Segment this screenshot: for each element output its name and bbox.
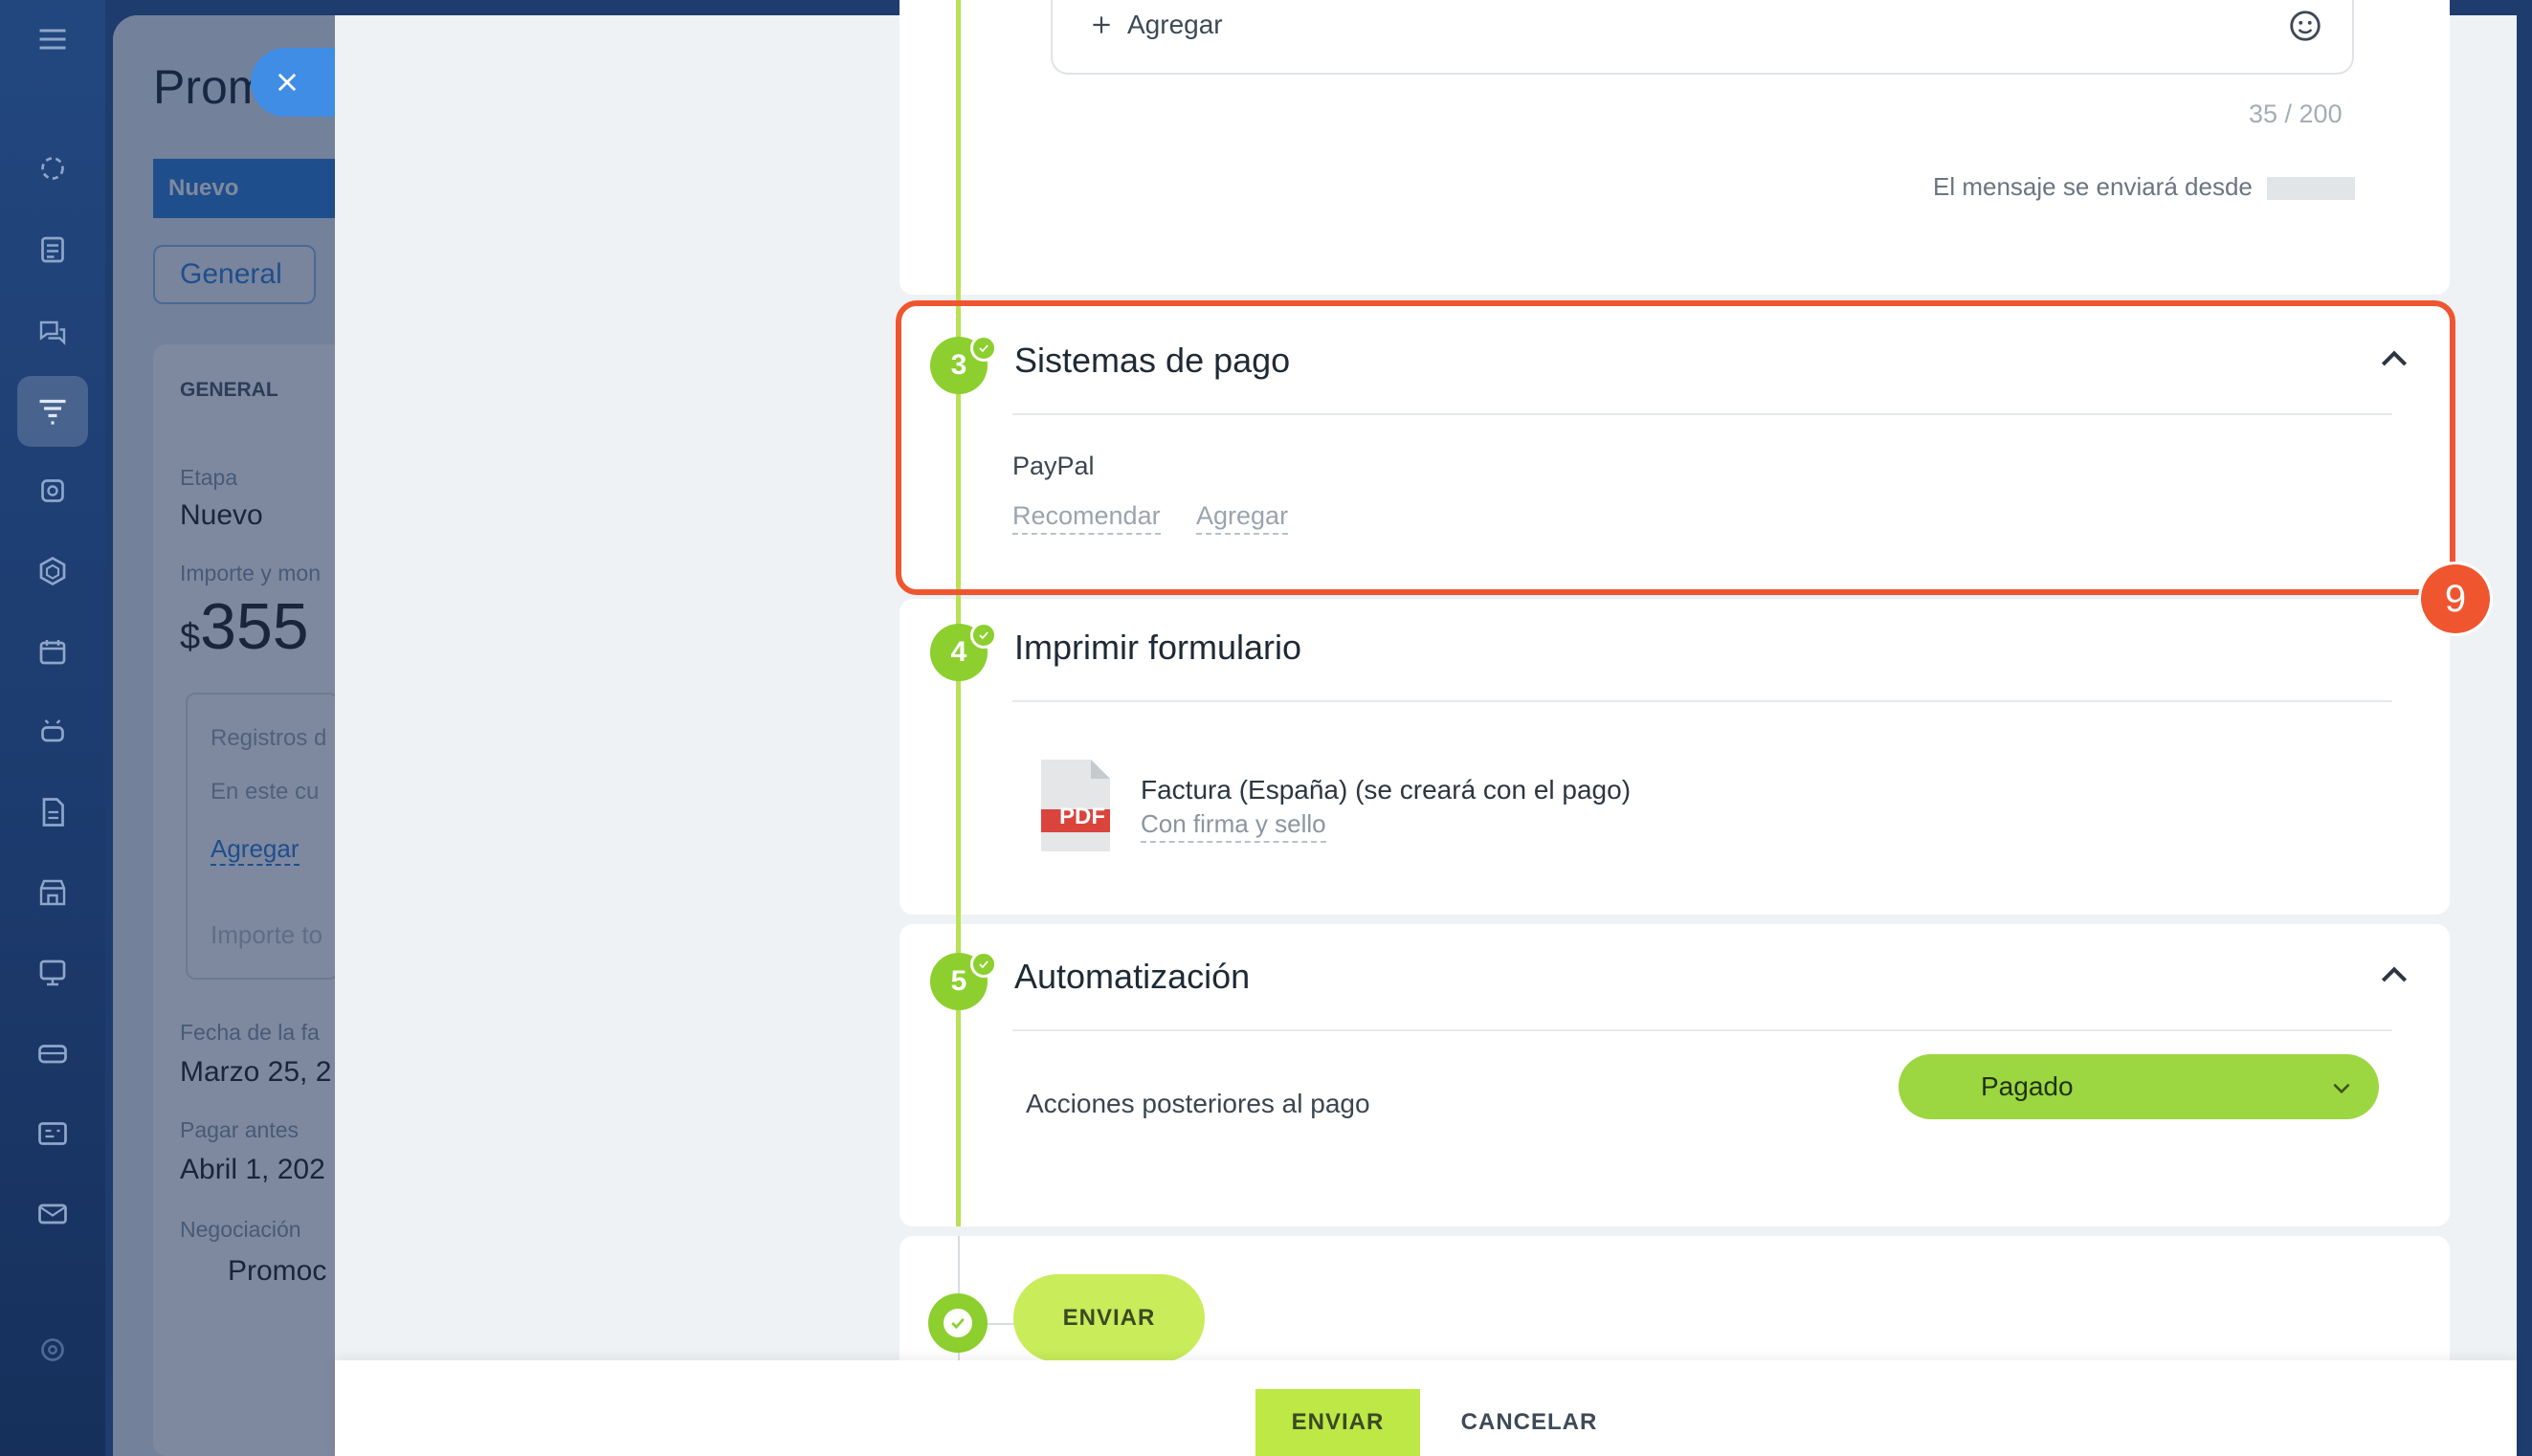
- timeline-line: [956, 0, 961, 1226]
- close-slider-button[interactable]: [251, 48, 343, 117]
- status-select-value: Pagado: [1981, 1071, 2074, 1101]
- section-general-heading: GENERAL: [180, 379, 278, 401]
- robot-icon[interactable]: [33, 712, 73, 752]
- step-4-divider: [1012, 700, 2392, 702]
- records-label: Registros d: [211, 725, 327, 751]
- plus-icon: [1093, 16, 1110, 33]
- step-5-check-icon: [970, 951, 997, 978]
- store-icon[interactable]: [33, 872, 73, 913]
- send-connector: [988, 1323, 1014, 1325]
- footer-send-button[interactable]: ENVIAR: [1255, 1389, 1420, 1456]
- pdf-label: PDF: [1059, 804, 1105, 829]
- presentation-icon[interactable]: [33, 953, 73, 993]
- invoice-date-value: Marzo 25, 2: [180, 1056, 332, 1088]
- records-add-link[interactable]: Agregar: [211, 834, 300, 866]
- document-icon[interactable]: [33, 792, 73, 832]
- amount-value: $355: [180, 590, 309, 663]
- annotation-badge: 9: [2421, 564, 2490, 633]
- message-input-box[interactable]: [1051, 0, 2354, 75]
- step-5-divider: [1012, 1029, 2392, 1031]
- automation-label: Acciones posteriores al pago: [1026, 1089, 1370, 1118]
- sender-text: El mensaje se enviará desde: [1933, 172, 2356, 202]
- importe-total: Importe to: [211, 920, 323, 949]
- chevron-down-icon: [2333, 1083, 2350, 1094]
- send-step-check-icon: [928, 1293, 988, 1353]
- footer-cancel-button[interactable]: CANCELAR: [1447, 1389, 1611, 1456]
- sender-redacted: [2267, 177, 2356, 201]
- step-4-title: Imprimir formulario: [1014, 628, 1302, 667]
- deal-value[interactable]: Promoc: [228, 1255, 326, 1288]
- post-payment-status-select[interactable]: Pagado: [1899, 1054, 2379, 1119]
- close-icon: [278, 73, 297, 92]
- message-add-button[interactable]: Agregar: [1089, 10, 1223, 40]
- deal-label: Negociación: [180, 1217, 301, 1242]
- stage-value: Nuevo: [180, 499, 263, 531]
- slider-footer: [335, 1360, 2517, 1456]
- tab-general[interactable]: General: [153, 245, 316, 304]
- drive-icon[interactable]: [33, 471, 73, 511]
- invoice-date-label: Fecha de la fa: [180, 1020, 320, 1045]
- step-5-title: Automatización: [1014, 957, 1251, 996]
- pay-before-value: Abril 1, 202: [180, 1154, 325, 1185]
- calendar-icon[interactable]: [33, 631, 73, 672]
- message-add-label: Agregar: [1127, 10, 1223, 39]
- invoice-document-title[interactable]: Factura (España) (se creará con el pago): [1141, 775, 1631, 805]
- collapse-chevron-icon-automation[interactable]: [2375, 957, 2413, 995]
- tasks-icon[interactable]: [33, 230, 73, 270]
- activity-icon[interactable]: [33, 148, 73, 188]
- emoji-icon[interactable]: [2287, 8, 2323, 49]
- stage-button[interactable]: Nuevo: [153, 159, 364, 218]
- hexagon-icon[interactable]: [33, 551, 73, 591]
- id-card-icon[interactable]: [33, 1114, 73, 1154]
- mail-icon[interactable]: [33, 1194, 73, 1234]
- settings-icon[interactable]: [33, 1330, 73, 1370]
- pay-before-label: Pagar antes: [180, 1117, 300, 1142]
- stage-label: Etapa: [180, 465, 238, 490]
- step-4-check-icon: [970, 622, 997, 649]
- left-icon-rail: [0, 0, 105, 1456]
- annotation-highlight-box: [896, 300, 2455, 595]
- character-counter: 35 / 200: [2249, 99, 2343, 128]
- crm-funnel-icon[interactable]: [33, 391, 73, 431]
- send-step-button[interactable]: ENVIAR: [1013, 1274, 1205, 1362]
- card-icon[interactable]: [33, 1033, 73, 1073]
- amount-label: Importe y mon: [180, 561, 321, 585]
- menu-icon[interactable]: [33, 19, 73, 59]
- signature-stamp-option[interactable]: Con firma y sello: [1141, 809, 1326, 843]
- records-text: En este cu: [211, 779, 320, 805]
- chat-icon[interactable]: [33, 311, 73, 351]
